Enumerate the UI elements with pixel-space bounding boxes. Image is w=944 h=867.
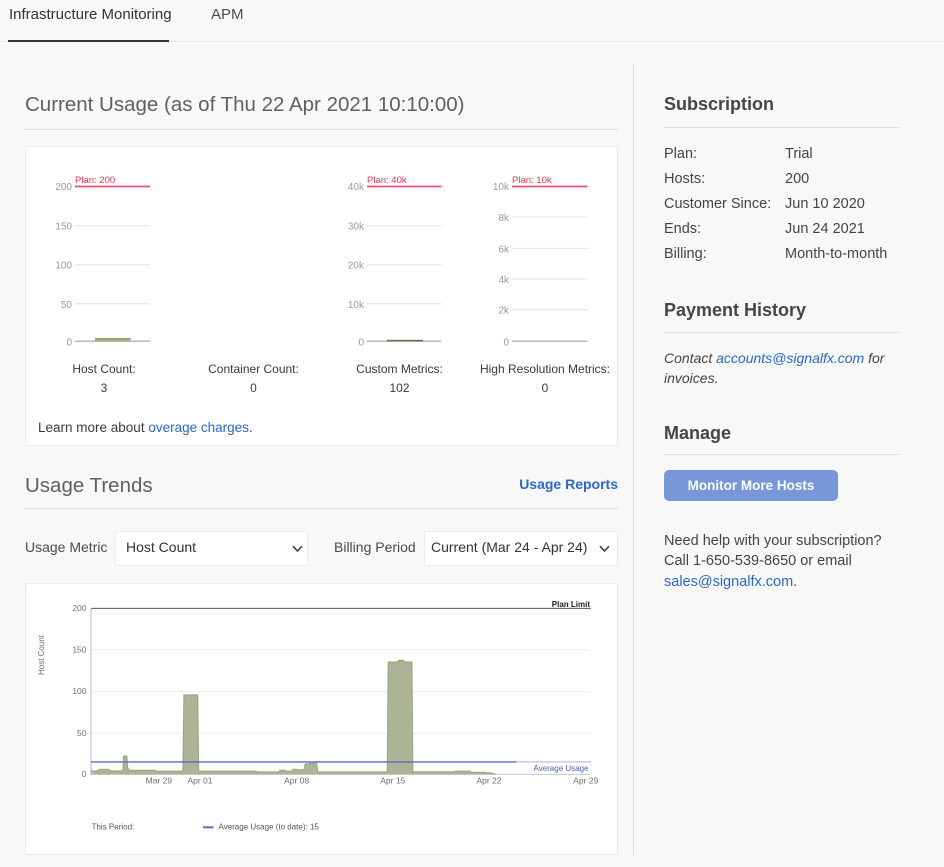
svg-text:0: 0	[82, 769, 87, 779]
svg-text:200: 200	[72, 603, 86, 613]
svg-text:Apr 01: Apr 01	[187, 776, 212, 786]
svg-text:Apr 08: Apr 08	[284, 776, 309, 786]
svg-text:40k: 40k	[348, 182, 365, 193]
svg-text:Host Count:: Host Count:	[72, 362, 135, 376]
svg-text:Plan: 200: Plan: 200	[75, 175, 115, 186]
svg-text:150: 150	[72, 645, 86, 655]
svg-text:Apr 15: Apr 15	[380, 776, 405, 786]
svg-text:4k: 4k	[498, 275, 510, 286]
svg-text:30k: 30k	[348, 222, 365, 233]
svg-text:8k: 8k	[498, 213, 510, 224]
svg-text:High Resolution Metrics:: High Resolution Metrics:	[480, 362, 610, 376]
svg-text:This Period:: This Period:	[92, 823, 135, 832]
svg-text:Host Count: Host Count	[37, 634, 46, 675]
svg-text:102: 102	[389, 381, 409, 395]
svg-text:Mar 29: Mar 29	[146, 776, 173, 786]
svg-text:Apr 29: Apr 29	[573, 776, 598, 786]
svg-text:0: 0	[542, 381, 549, 395]
svg-text:150: 150	[55, 222, 72, 233]
svg-text:Average Usage: Average Usage	[534, 764, 590, 773]
svg-text:20k: 20k	[348, 261, 365, 272]
svg-text:50: 50	[77, 728, 87, 738]
svg-text:Plan: 40k: Plan: 40k	[367, 175, 407, 186]
svg-text:100: 100	[72, 686, 86, 696]
svg-text:Container Count:: Container Count:	[208, 362, 299, 376]
svg-text:Custom Metrics:: Custom Metrics:	[356, 362, 443, 376]
svg-text:0: 0	[66, 337, 72, 348]
svg-text:3: 3	[101, 381, 108, 395]
svg-text:0: 0	[358, 337, 364, 348]
svg-text:10k: 10k	[493, 182, 510, 193]
svg-text:100: 100	[55, 261, 72, 272]
svg-text:200: 200	[55, 182, 72, 193]
svg-text:Apr 22: Apr 22	[476, 776, 501, 786]
svg-text:10k: 10k	[348, 300, 365, 311]
svg-text:Plan Limit: Plan Limit	[552, 600, 591, 609]
svg-text:0: 0	[503, 337, 509, 348]
svg-text:0: 0	[250, 381, 257, 395]
svg-text:6k: 6k	[498, 244, 510, 255]
svg-text:2k: 2k	[498, 306, 510, 317]
svg-text:50: 50	[61, 300, 73, 311]
svg-text:Plan: 10k: Plan: 10k	[512, 175, 552, 186]
svg-text:Average Usage (to date): 15: Average Usage (to date): 15	[219, 823, 320, 832]
